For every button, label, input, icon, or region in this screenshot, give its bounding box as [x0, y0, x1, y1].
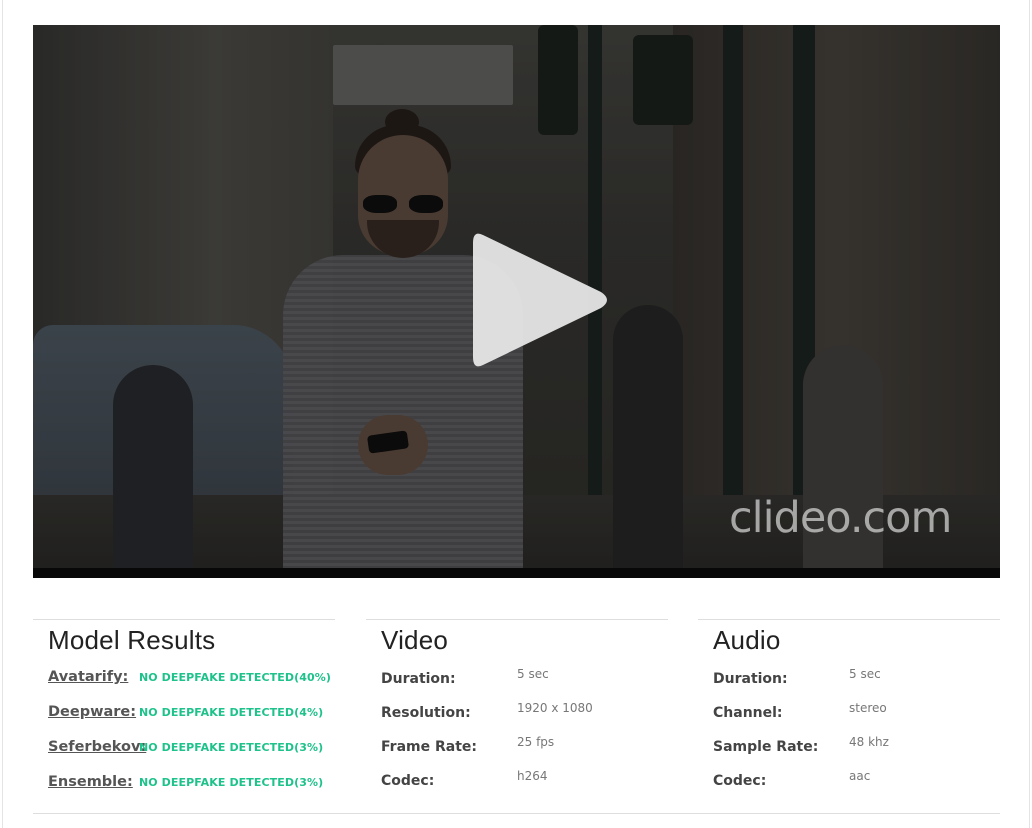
model-result: NO DEEPFAKE DETECTED(40%): [139, 671, 332, 684]
model-row: Ensemble: NO DEEPFAKE DETECTED(3%): [48, 774, 338, 796]
model-link-seferbekov[interactable]: Seferbekov:: [48, 739, 146, 755]
info-row: Codec: aac: [713, 769, 1003, 795]
bottom-divider: [33, 813, 1000, 814]
info-label: Sample Rate:: [713, 739, 819, 755]
info-value: 25 fps: [517, 735, 555, 749]
model-row: Avatarify: NO DEEPFAKE DETECTED(40%): [48, 669, 338, 691]
video-progress-bar[interactable]: [33, 568, 1000, 578]
info-row: Codec: h264: [381, 769, 671, 795]
info-label: Duration:: [381, 671, 456, 687]
info-value: 5 sec: [517, 667, 549, 681]
model-results-title: Model Results: [48, 625, 216, 655]
info-label: Frame Rate:: [381, 739, 477, 755]
info-row: Resolution: 1920 x 1080: [381, 701, 671, 727]
model-row: Seferbekov: NO DEEPFAKE DETECTED(3%): [48, 739, 338, 761]
info-value: stereo: [849, 701, 887, 715]
model-row: Deepware: NO DEEPFAKE DETECTED(4%): [48, 704, 338, 726]
info-value: h264: [517, 769, 548, 783]
model-link-deepware[interactable]: Deepware:: [48, 704, 136, 720]
model-result: NO DEEPFAKE DETECTED(4%): [139, 706, 324, 719]
info-value: 5 sec: [849, 667, 881, 681]
play-icon: [443, 233, 613, 389]
model-result: NO DEEPFAKE DETECTED(3%): [139, 741, 324, 754]
info-value: aac: [849, 769, 871, 783]
model-results-panel: Model Results Avatarify: NO DEEPFAKE DET…: [33, 619, 335, 814]
info-row: Frame Rate: 25 fps: [381, 735, 671, 761]
info-value: 1920 x 1080: [517, 701, 593, 715]
info-label: Codec:: [713, 773, 767, 789]
model-link-ensemble[interactable]: Ensemble:: [48, 774, 133, 790]
info-label: Resolution:: [381, 705, 471, 721]
audio-info-panel: Audio Duration: 5 sec Channel: stereo Sa…: [698, 619, 1000, 814]
info-row: Sample Rate: 48 khz: [713, 735, 1003, 761]
info-row: Duration: 5 sec: [713, 667, 1003, 693]
video-info-title: Video: [381, 625, 449, 655]
model-result: NO DEEPFAKE DETECTED(3%): [139, 776, 324, 789]
info-label: Duration:: [713, 671, 788, 687]
video-player[interactable]: clideo.com: [33, 25, 1000, 578]
video-info-panel: Video Duration: 5 sec Resolution: 1920 x…: [366, 619, 668, 814]
info-value: 48 khz: [849, 735, 889, 749]
info-label: Channel:: [713, 705, 783, 721]
audio-info-title: Audio: [713, 625, 781, 655]
play-button[interactable]: [443, 215, 613, 385]
model-link-avatarify[interactable]: Avatarify:: [48, 669, 128, 685]
watermark: clideo.com: [729, 493, 952, 543]
info-label: Codec:: [381, 773, 435, 789]
info-row: Channel: stereo: [713, 701, 1003, 727]
info-row: Duration: 5 sec: [381, 667, 671, 693]
